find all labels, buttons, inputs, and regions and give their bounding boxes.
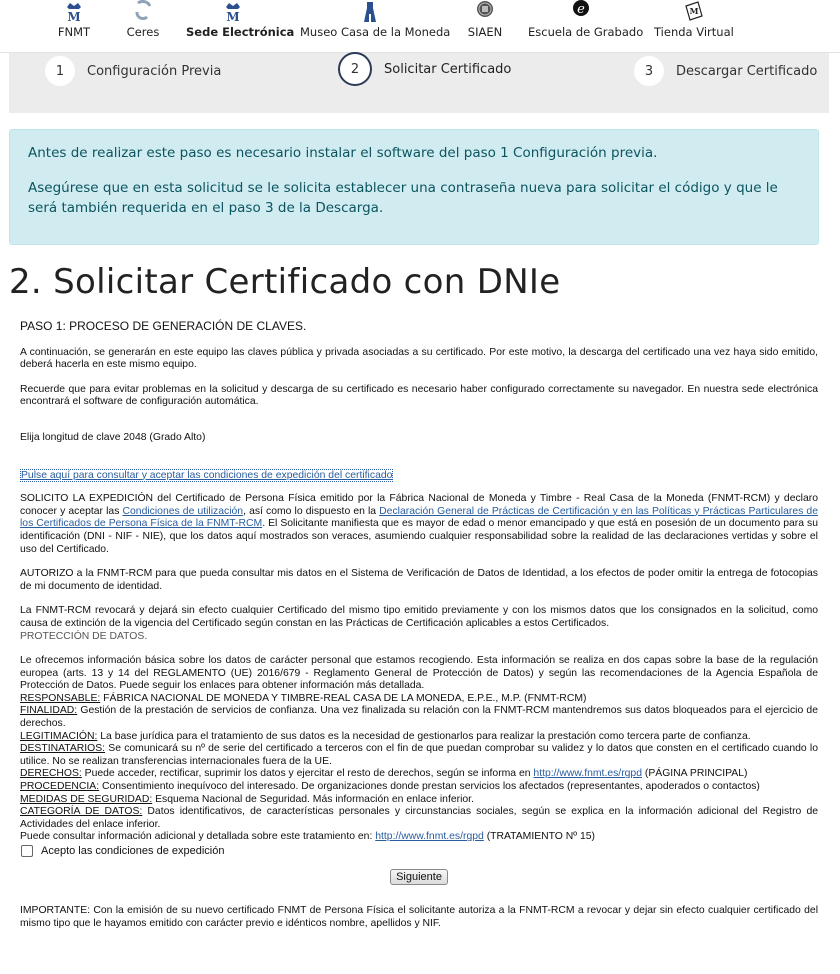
svg-text:e: e <box>577 2 585 17</box>
info-key: PROCEDENCIA: <box>20 781 100 793</box>
nav-item-escuela-grabado[interactable]: e Escuela de Grabado <box>528 0 644 52</box>
svg-text:M: M <box>690 6 699 16</box>
nav-item-siaen[interactable]: SIAEN <box>465 0 505 52</box>
info-key: CATEGORÍA DE DATOS: <box>20 806 143 818</box>
finalidad-line: FINALIDAD: Gestión de la prestación de s… <box>20 705 818 730</box>
fnmt-crown-icon: M <box>67 3 81 24</box>
nav-label: Tienda Virtual <box>654 25 734 39</box>
svg-text:M: M <box>67 10 80 24</box>
info-value: Puede acceder, rectificar, suprimir los … <box>81 768 534 780</box>
nav-item-tienda-virtual[interactable]: M Tienda Virtual <box>654 0 734 52</box>
medidas-line: MEDIDAS DE SEGURIDAD: Esquema Nacional d… <box>20 794 818 807</box>
info-value: Consentimiento inequívoco del interesado… <box>99 781 760 793</box>
info-value: La base jurídica para el tratamiento de … <box>97 730 751 742</box>
nav-item-fnmt[interactable]: M FNMT <box>56 0 92 52</box>
accept-conditions-label[interactable]: Acepto las condiciones de expedición <box>41 845 224 858</box>
ceres-logo-icon <box>135 0 152 20</box>
nav-label: Ceres <box>126 25 160 39</box>
info-value: Se comunicará su nº de serie del certifi… <box>20 743 818 767</box>
nav-label: SIAEN <box>467 25 503 39</box>
info-key: MEDIDAS DE SEGURIDAD: <box>20 793 153 805</box>
revocara-paragraph: La FNMT-RCM revocará y dejará sin efecto… <box>20 605 818 629</box>
info-key: DESTINATARIOS: <box>20 743 106 755</box>
importante-paragraph: IMPORTANTE: Con la emisión de su nuevo c… <box>20 905 818 930</box>
key-length-text: Elija longitud de clave 2048 (Grado Alto… <box>20 431 206 443</box>
nav-label: FNMT <box>57 25 91 39</box>
consultar-line: Puede consultar información adicional y … <box>20 831 818 844</box>
solicito-paragraph: SOLICITO LA EXPEDICIÓN del Certificado d… <box>20 493 818 556</box>
info-value: FÁBRICA NACIONAL DE MONEDA Y TIMBRE-REAL… <box>100 692 587 704</box>
solicito-text: , así como lo dispuesto en la <box>243 505 380 517</box>
step-number: 3 <box>634 56 664 86</box>
ofrecemos-paragraph: Le ofrecemos información básica sobre lo… <box>20 655 818 692</box>
siaen-seal-icon <box>477 1 493 17</box>
info-key: RESPONSABLE: <box>20 692 101 704</box>
step-solicitar-certificado[interactable]: 2 Solicitar Certificado <box>338 52 512 86</box>
info-value: Gestión de la prestación de servicios de… <box>20 705 818 730</box>
destinatarios-line: DESTINATARIOS: Se comunicará su nº de se… <box>20 743 818 768</box>
info-key: IMPORTANTE: <box>20 905 91 917</box>
nav-label: Sede Electrónica <box>186 25 295 39</box>
nav-label: Escuela de Grabado <box>528 25 644 39</box>
info-value: Esquema Nacional de Seguridad. Más infor… <box>152 793 474 805</box>
alert-text-2: Asegúrese que en esta solicitud se le so… <box>28 180 778 216</box>
step-number: 1 <box>45 56 75 86</box>
info-alert: Antes de realizar este paso es necesario… <box>9 129 819 245</box>
proteccion-heading: PROTECCIÓN DE DATOS. <box>20 630 148 642</box>
autorizo-paragraph: AUTORIZO a la FNMT-RCM para que pueda co… <box>20 568 818 592</box>
alert-text-1: Antes de realizar este paso es necesario… <box>28 145 658 161</box>
categoria-line: CATEGORÍA DE DATOS: Datos identificativo… <box>20 806 818 831</box>
sede-crown-icon: M <box>226 3 240 24</box>
top-navigation: M FNMT Ceres M Sede Electrónica Museo Ca… <box>0 0 840 53</box>
intro-paragraph-1: A continuación, se generarán en este equ… <box>20 346 818 371</box>
rgpd-tratamiento-link[interactable]: http://www.fnmt.es/rgpd <box>375 831 484 842</box>
page-title: 2. Solicitar Certificado con DNIe <box>9 262 561 302</box>
museo-tower-icon <box>364 2 376 22</box>
nav-item-sede-electronica[interactable]: M Sede Electrónica <box>186 0 295 52</box>
next-button-row: Siguiente <box>20 868 818 886</box>
tienda-bag-icon: M <box>685 1 703 21</box>
accept-conditions-checkbox[interactable] <box>21 845 33 858</box>
info-key: LEGITIMACIÓN: <box>20 730 98 742</box>
info-key: DERECHOS: <box>20 768 82 780</box>
accept-conditions-row[interactable]: Acepto las condiciones de expedición <box>20 845 818 858</box>
procedencia-line: PROCEDENCIA: Consentimiento inequívoco d… <box>20 781 818 794</box>
condiciones-utilizacion-link[interactable]: Condiciones de utilización <box>123 506 244 517</box>
conditions-link[interactable]: Pulse aquí para consultar y aceptar las … <box>20 468 394 482</box>
info-key: FINALIDAD: <box>20 705 78 717</box>
next-button[interactable]: Siguiente <box>390 868 448 886</box>
step-label: Descargar Certificado <box>676 63 818 79</box>
request-form: PASO 1: PROCESO DE GENERACIÓN DE CLAVES.… <box>20 320 818 930</box>
step-descargar-certificado[interactable]: 3 Descargar Certificado <box>634 56 817 86</box>
legitimacion-line: LEGITIMACIÓN: La base jurídica para el t… <box>20 731 818 744</box>
info-value: Con la emisión de su nuevo certificado F… <box>20 905 818 929</box>
nav-label: Museo Casa de la Moneda <box>300 25 451 39</box>
escuela-logo-icon: e <box>573 0 589 17</box>
responsable-line: RESPONSABLE: FÁBRICA NACIONAL DE MONEDA … <box>20 693 818 706</box>
svg-text:M: M <box>226 10 239 24</box>
rgpd-link[interactable]: http://www.fnmt.es/rgpd <box>533 768 642 779</box>
nav-item-ceres[interactable]: Ceres <box>124 0 162 52</box>
info-value: (PÁGINA PRINCIPAL) <box>642 768 748 780</box>
section-heading-paso1: PASO 1: PROCESO DE GENERACIÓN DE CLAVES. <box>20 319 307 333</box>
step-label: Configuración Previa <box>87 63 222 79</box>
derechos-line: DERECHOS: Puede acceder, rectificar, sup… <box>20 768 818 781</box>
info-value: Puede consultar información adicional y … <box>20 831 376 843</box>
intro-paragraph-2: Recuerde que para evitar problemas en la… <box>20 383 818 408</box>
step-label: Solicitar Certificado <box>384 61 512 77</box>
steps-bar: 1 Configuración Previa 2 Solicitar Certi… <box>9 52 829 113</box>
step-configuracion-previa[interactable]: 1 Configuración Previa <box>45 56 221 86</box>
nav-item-museo[interactable]: Museo Casa de la Moneda <box>300 0 451 52</box>
info-value: (TRATAMIENTO Nº 15) <box>483 831 595 843</box>
step-number: 2 <box>338 52 372 86</box>
